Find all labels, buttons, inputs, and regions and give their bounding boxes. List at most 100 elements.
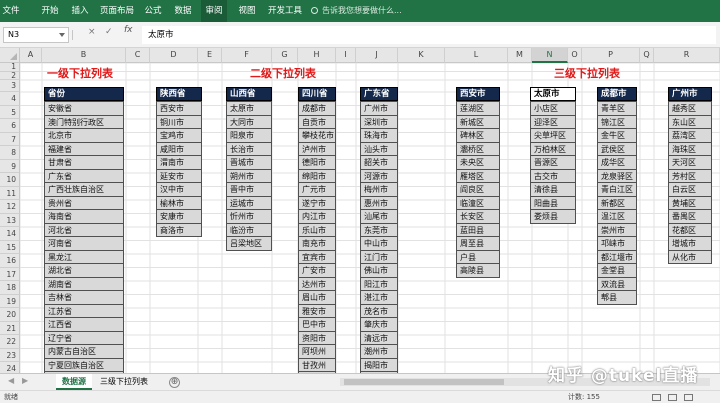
chevron-down-icon[interactable] — [59, 33, 65, 37]
column-header-k[interactable]: K — [398, 48, 445, 63]
list-cell[interactable]: 湛江市 — [360, 290, 398, 305]
list-cell[interactable]: 小店区 — [530, 101, 576, 116]
name-box[interactable]: N3 — [3, 27, 69, 43]
list-cell[interactable]: 锦江区 — [597, 114, 637, 129]
list-header[interactable]: 成都市 — [597, 87, 637, 101]
list-header[interactable]: 陕西省 — [156, 87, 202, 101]
list-cell[interactable]: 河北省 — [44, 222, 124, 237]
ribbon-tab[interactable]: 审阅 — [201, 0, 227, 22]
list-cell[interactable]: 广东省 — [44, 168, 124, 183]
ribbon-tab[interactable]: 插入 — [66, 0, 94, 22]
list-cell[interactable]: 碑林区 — [456, 128, 500, 143]
tab-scroll-right-icon[interactable]: ▶ — [22, 376, 28, 385]
list-cell[interactable]: 未央区 — [456, 155, 500, 170]
page-break-icon[interactable] — [684, 394, 693, 401]
sheet-tab[interactable]: 三级下拉列表 — [94, 374, 154, 390]
list-cell[interactable]: 内江市 — [298, 209, 336, 224]
row-header[interactable]: 23 — [0, 348, 20, 362]
select-all-corner[interactable] — [0, 48, 20, 63]
list-cell[interactable]: 商洛市 — [156, 222, 202, 237]
list-cell[interactable]: 清徐县 — [530, 182, 576, 197]
list-cell[interactable]: 汕尾市 — [360, 209, 398, 224]
list-cell[interactable]: 安康市 — [156, 209, 202, 224]
list-cell[interactable]: 晋源区 — [530, 155, 576, 170]
list-cell[interactable]: 花都区 — [668, 222, 712, 237]
list-cell[interactable]: 运城市 — [226, 195, 272, 210]
row-header[interactable]: 7 — [0, 132, 20, 146]
list-cell[interactable]: 莲湖区 — [456, 101, 500, 116]
sheet-tab[interactable]: 数据源 — [56, 374, 92, 390]
list-cell[interactable]: 临汾市 — [226, 222, 272, 237]
list-cell[interactable]: 甘孜州 — [298, 357, 336, 372]
list-cell[interactable]: 潮州市 — [360, 344, 398, 359]
list-cell[interactable]: 广西壮族自治区 — [44, 182, 124, 197]
column-header-i[interactable]: I — [336, 48, 356, 63]
row-header[interactable]: 2 — [0, 71, 20, 80]
list-cell[interactable]: 甘肃省 — [44, 155, 124, 170]
list-cell[interactable]: 蓝田县 — [456, 222, 500, 237]
column-header-g[interactable]: G — [272, 48, 298, 63]
list-cell[interactable]: 新城区 — [456, 114, 500, 129]
list-cell[interactable]: 天河区 — [668, 155, 712, 170]
list-cell[interactable]: 邛崃市 — [597, 236, 637, 251]
list-cell[interactable]: 德阳市 — [298, 155, 336, 170]
list-cell[interactable]: 成华区 — [597, 155, 637, 170]
list-cell[interactable]: 晋中市 — [226, 182, 272, 197]
list-cell[interactable]: 荔湾区 — [668, 128, 712, 143]
list-header[interactable]: 广州市 — [668, 87, 712, 101]
list-cell[interactable]: 绵阳市 — [298, 168, 336, 183]
column-header-n[interactable]: N — [532, 48, 568, 63]
list-cell[interactable]: 汕头市 — [360, 141, 398, 156]
row-header[interactable]: 21 — [0, 321, 20, 335]
row-header[interactable]: 20 — [0, 308, 20, 322]
list-cell[interactable]: 尖草坪区 — [530, 128, 576, 143]
column-header-h[interactable]: H — [298, 48, 336, 63]
column-header-l[interactable]: L — [445, 48, 508, 63]
column-header-b[interactable]: B — [42, 48, 126, 63]
list-cell[interactable]: 黄埔区 — [668, 195, 712, 210]
column-header-m[interactable]: M — [508, 48, 532, 63]
row-header[interactable]: 22 — [0, 335, 20, 349]
row-header[interactable]: 6 — [0, 119, 20, 133]
row-header[interactable]: 15 — [0, 240, 20, 254]
list-cell[interactable]: 新都区 — [597, 195, 637, 210]
list-cell[interactable]: 户县 — [456, 249, 500, 264]
list-cell[interactable]: 增城市 — [668, 236, 712, 251]
formula-input[interactable]: 太原市 — [142, 26, 716, 44]
ribbon-tab[interactable]: 页面布局 — [96, 0, 138, 22]
add-sheet-icon[interactable]: ⊕ — [169, 377, 180, 388]
list-cell[interactable]: 东山区 — [668, 114, 712, 129]
column-header-p[interactable]: P — [582, 48, 640, 63]
column-header-r[interactable]: R — [654, 48, 720, 63]
list-cell[interactable]: 成都市 — [298, 101, 336, 116]
list-cell[interactable]: 汉中市 — [156, 182, 202, 197]
list-cell[interactable]: 清远市 — [360, 330, 398, 345]
column-header-a[interactable]: A — [20, 48, 42, 63]
list-cell[interactable]: 芳村区 — [668, 168, 712, 183]
list-cell[interactable]: 龙泉驿区 — [597, 168, 637, 183]
list-cell[interactable]: 大同市 — [226, 114, 272, 129]
list-cell[interactable]: 古交市 — [530, 168, 576, 183]
list-cell[interactable]: 吕梁地区 — [226, 236, 272, 251]
list-cell[interactable]: 咸阳市 — [156, 141, 202, 156]
list-cell[interactable]: 宜宾市 — [298, 249, 336, 264]
list-cell[interactable]: 江西省 — [44, 317, 124, 332]
list-cell[interactable]: 韶关市 — [360, 155, 398, 170]
list-cell[interactable]: 武侯区 — [597, 141, 637, 156]
row-header[interactable]: 1 — [0, 62, 20, 72]
list-cell[interactable]: 渭南市 — [156, 155, 202, 170]
list-cell[interactable]: 广州市 — [360, 101, 398, 116]
list-cell[interactable]: 海南省 — [44, 209, 124, 224]
list-cell[interactable]: 榆林市 — [156, 195, 202, 210]
list-header[interactable]: 省份 — [44, 87, 124, 101]
list-cell[interactable]: 福建省 — [44, 141, 124, 156]
list-cell[interactable]: 白云区 — [668, 182, 712, 197]
list-cell[interactable]: 珠海市 — [360, 128, 398, 143]
list-cell[interactable]: 雁塔区 — [456, 168, 500, 183]
column-header-c[interactable]: C — [126, 48, 150, 63]
row-header[interactable]: 17 — [0, 267, 20, 281]
list-cell[interactable]: 惠州市 — [360, 195, 398, 210]
list-cell[interactable]: 娄烦县 — [530, 209, 576, 224]
list-cell[interactable]: 深圳市 — [360, 114, 398, 129]
list-cell[interactable]: 忻州市 — [226, 209, 272, 224]
